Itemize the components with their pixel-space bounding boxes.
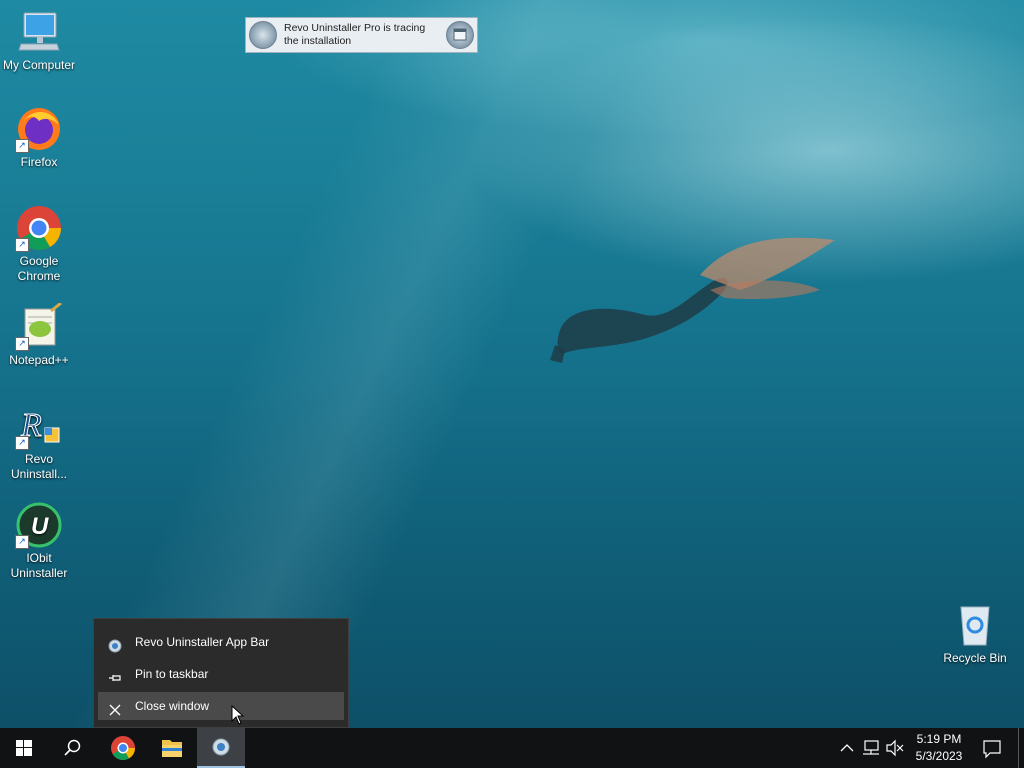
desktop-icon-label: Firefox [20,155,58,169]
volume-muted-icon [886,739,904,757]
notification-icon [983,740,1001,759]
iobit-uninstaller-icon: U ↗ [15,501,63,549]
shortcut-arrow-icon: ↗ [15,139,29,153]
network-button[interactable] [860,728,884,768]
desktop-icon-google-chrome[interactable]: ↗ Google Chrome [1,204,77,284]
tracing-status-text: Revo Uninstaller Pro is tracing the inst… [284,22,426,47]
menu-item-pin-to-taskbar[interactable]: Pin to taskbar [98,660,344,688]
action-center-button[interactable] [976,728,1008,768]
network-icon [863,740,879,755]
wallpaper-swimmer [550,237,835,363]
menu-item-label: Pin to taskbar [135,667,209,681]
computer-icon [15,8,63,56]
notepadpp-icon: ↗ [15,301,63,351]
taskbar-file-explorer[interactable] [148,728,196,768]
revo-logo-icon [249,21,277,49]
clock-date: 5/3/2023 [915,749,963,763]
search-icon [64,739,81,756]
desktop-icon-firefox[interactable]: ↗ Firefox [1,105,77,170]
show-desktop-button[interactable] [1018,728,1024,768]
folder-icon [162,740,182,757]
start-button[interactable] [0,728,48,768]
menu-item-label: Revo Uninstaller App Bar [135,635,270,649]
desktop-icon-revo-uninstaller[interactable]: R ↗ Revo Uninstall... [1,402,77,482]
taskbar-clock[interactable]: 5:19 PM 5/3/2023 [908,731,970,765]
taskbar-chrome[interactable] [99,728,147,768]
recycle-bin-icon [951,601,999,649]
windows-logo-icon [16,740,32,756]
shortcut-arrow-icon: ↗ [15,337,29,351]
desktop-icon-label: Recycle Bin [943,651,1007,665]
revo-app-bar-icon [108,635,122,653]
desktop-icon-label: IObit Uninstaller [10,551,68,580]
window-icon[interactable] [446,21,474,49]
desktop-icon-label: Revo Uninstall... [10,452,68,481]
desktop-icon-label: Google Chrome [17,254,61,283]
pin-icon [108,667,122,681]
revo-uninstaller-icon: R ↗ [15,402,63,450]
svg-text:U: U [31,513,49,540]
mouse-cursor-icon [231,705,245,725]
desktop-icon-recycle-bin[interactable]: Recycle Bin [937,601,1013,666]
firefox-icon: ↗ [15,105,63,153]
desktop-icon-label: My Computer [2,58,76,72]
desktop-icon-notepadpp[interactable]: ↗ Notepad++ [1,301,77,368]
desktop-icon-iobit-uninstaller[interactable]: U ↗ IObit Uninstaller [1,501,77,581]
desktop-icon-my-computer[interactable]: My Computer [1,8,77,73]
volume-button[interactable] [884,728,906,768]
shortcut-arrow-icon: ↗ [15,436,29,450]
close-icon [108,699,122,716]
chrome-icon: ↗ [15,204,63,252]
taskbar-jump-list: Revo Uninstaller App Bar Pin to taskbar … [93,618,349,728]
revo-tracing-bar[interactable]: Revo Uninstaller Pro is tracing the inst… [245,17,478,53]
menu-item-revo-app-bar[interactable]: Revo Uninstaller App Bar [98,628,344,656]
shortcut-arrow-icon: ↗ [15,535,29,549]
shortcut-arrow-icon: ↗ [15,238,29,252]
chrome-icon [111,736,135,761]
show-hidden-icons-button[interactable] [836,728,858,768]
taskbar: 5:19 PM 5/3/2023 [0,728,1024,768]
menu-item-close-window[interactable]: Close window [98,692,344,720]
clock-time: 5:19 PM [916,732,962,746]
search-button[interactable] [48,728,96,768]
menu-item-label: Close window [135,699,210,713]
desktop-icon-label: Notepad++ [9,353,69,367]
chevron-up-icon [840,744,854,752]
revo-app-bar-icon [212,738,230,756]
taskbar-revo-app-bar[interactable] [197,728,245,768]
